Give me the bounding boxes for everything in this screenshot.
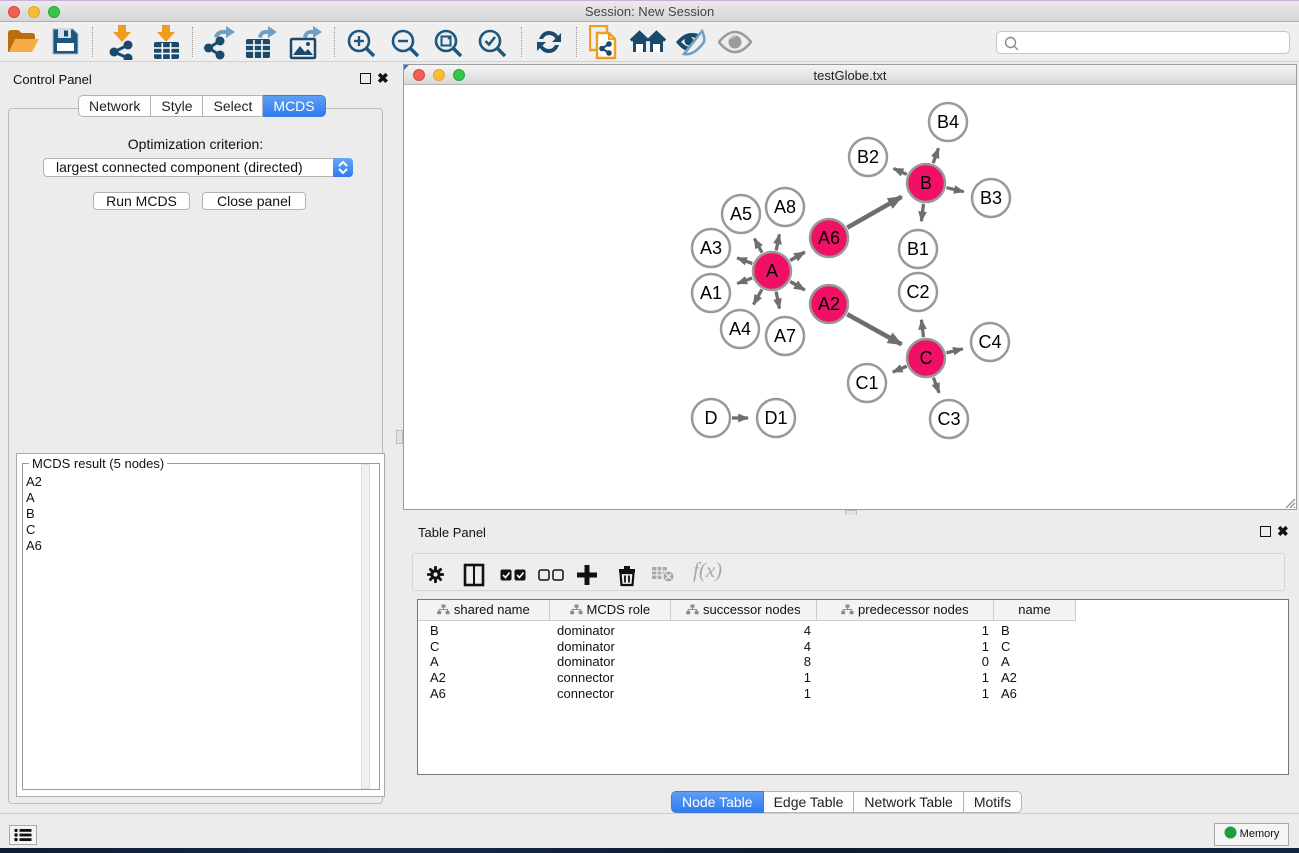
svg-text:C3: C3 [937, 409, 960, 429]
svg-text:C4: C4 [978, 332, 1001, 352]
svg-text:A6: A6 [818, 228, 840, 248]
svg-text:A8: A8 [774, 197, 796, 217]
svg-text:C: C [920, 348, 933, 368]
svg-text:A3: A3 [700, 238, 722, 258]
svg-text:B: B [920, 173, 932, 193]
svg-text:A1: A1 [700, 283, 722, 303]
svg-text:D1: D1 [764, 408, 787, 428]
svg-text:A: A [766, 261, 778, 281]
svg-text:C2: C2 [906, 282, 929, 302]
svg-text:B1: B1 [907, 239, 929, 259]
svg-text:C1: C1 [855, 373, 878, 393]
svg-text:A4: A4 [729, 319, 751, 339]
svg-text:D: D [705, 408, 718, 428]
svg-text:A5: A5 [730, 204, 752, 224]
svg-text:B3: B3 [980, 188, 1002, 208]
svg-text:B4: B4 [937, 112, 959, 132]
svg-text:A7: A7 [774, 326, 796, 346]
svg-text:B2: B2 [857, 147, 879, 167]
svg-text:A2: A2 [818, 294, 840, 314]
